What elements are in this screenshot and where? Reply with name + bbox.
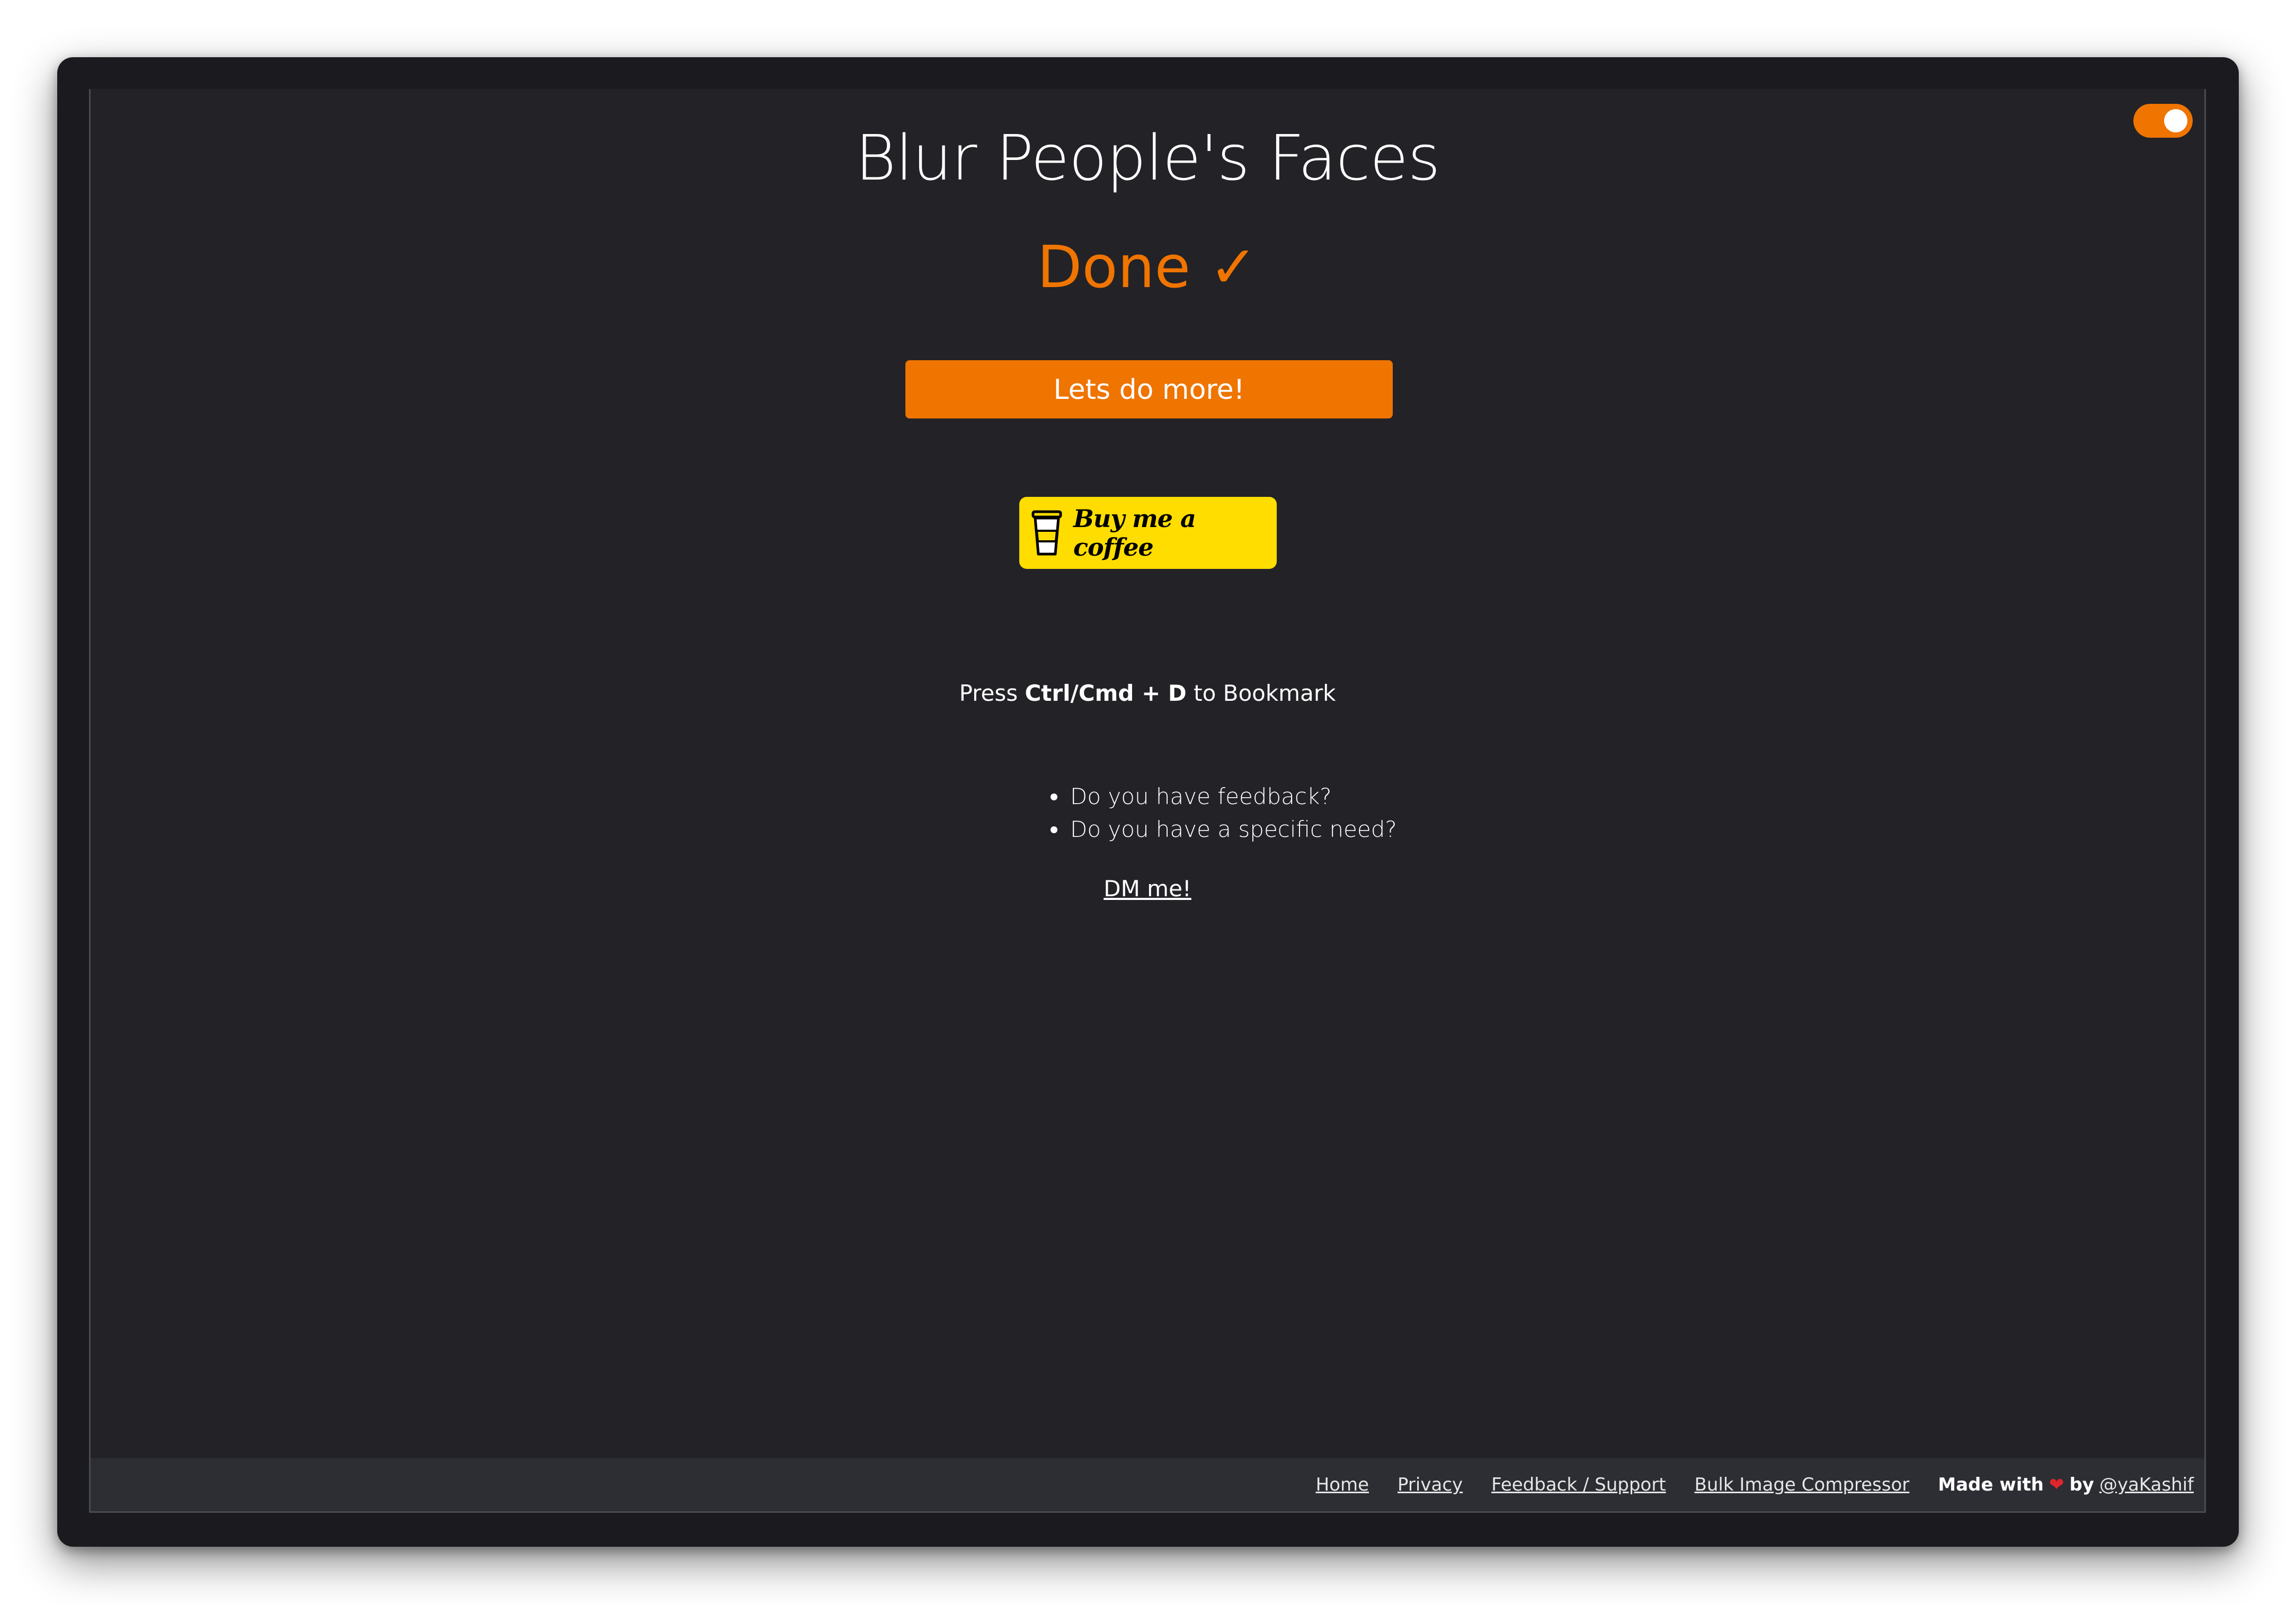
list-item: Do you have feedback?: [1068, 780, 1397, 813]
bookmark-suffix: to Bookmark: [1194, 680, 1336, 706]
coffee-button-label: Buy me a coffee: [1073, 504, 1196, 561]
bookmark-shortcut: Ctrl/Cmd + D: [1025, 680, 1187, 706]
dm-link-row: DM me!: [91, 876, 2204, 902]
footer-link-feedback-support[interactable]: Feedback / Support: [1491, 1474, 1666, 1495]
author-link[interactable]: @yaKashif: [2099, 1474, 2194, 1495]
buy-me-a-coffee-button[interactable]: Buy me a coffee: [1019, 497, 1277, 569]
footer-link-bulk-image-compressor[interactable]: Bulk Image Compressor: [1695, 1474, 1910, 1495]
bookmark-prefix: Press: [959, 680, 1018, 706]
footer-link-privacy[interactable]: Privacy: [1398, 1474, 1463, 1495]
footer-link-home[interactable]: Home: [1316, 1474, 1369, 1495]
list-item: Do you have a specific need?: [1068, 813, 1397, 846]
lets-do-more-button[interactable]: Lets do more!: [905, 360, 1393, 418]
browser-window: Blur People's Faces Done ✓ Lets do more!…: [57, 57, 2239, 1547]
bookmark-hint: Press Ctrl/Cmd + D to Bookmark: [91, 680, 2204, 706]
coffee-cup-icon: [1030, 509, 1064, 557]
made-with-prefix: Made with: [1938, 1474, 2044, 1495]
made-with-by: by: [2069, 1474, 2094, 1495]
made-with-credit: Made with ❤ by @yaKashif: [1938, 1474, 2194, 1495]
heart-icon: ❤: [2049, 1474, 2064, 1495]
page-viewport: Blur People's Faces Done ✓ Lets do more!…: [89, 89, 2206, 1513]
feedback-list: Do you have feedback? Do you have a spec…: [1043, 780, 1397, 846]
footer: Home Privacy Feedback / Support Bulk Ima…: [91, 1458, 2204, 1511]
status-done: Done ✓: [1037, 233, 1258, 301]
dm-me-link[interactable]: DM me!: [1103, 876, 1191, 902]
page-title: Blur People's Faces: [855, 121, 1440, 194]
